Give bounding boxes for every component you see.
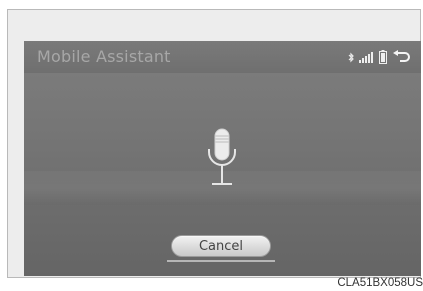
battery-icon	[379, 50, 387, 64]
cancel-underline	[167, 260, 275, 262]
status-icons	[348, 49, 411, 65]
microphone-icon	[202, 127, 242, 189]
back-icon[interactable]	[392, 50, 411, 64]
bluetooth-icon	[348, 52, 354, 63]
mobile-assistant-screen: Mobile Assistant Cancel	[24, 41, 421, 276]
screen-title: Mobile Assistant	[37, 47, 171, 66]
signal-strength-icon	[359, 51, 374, 63]
title-bar: Mobile Assistant	[24, 41, 421, 73]
cancel-button[interactable]: Cancel	[171, 235, 271, 257]
figure-code: CLA51BX058US	[337, 277, 423, 289]
